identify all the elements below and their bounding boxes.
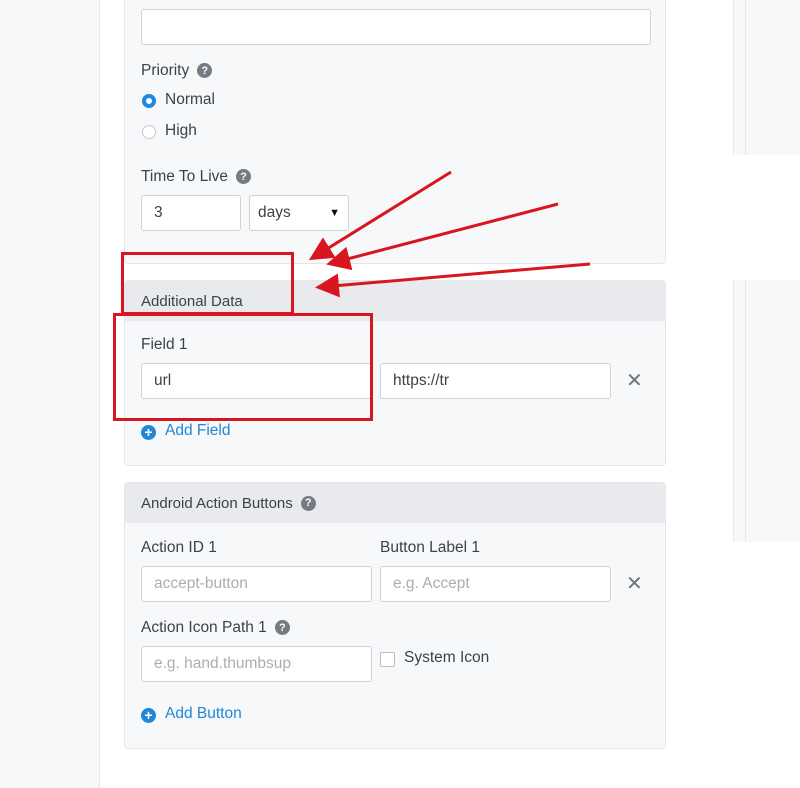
action-id-input[interactable] <box>141 566 372 602</box>
field-1-value-input[interactable] <box>380 363 611 399</box>
left-background <box>0 0 99 788</box>
system-icon-label[interactable]: System Icon <box>404 649 489 667</box>
android-buttons-title: Android Action Buttons <box>141 494 293 512</box>
button-label-label: Button Label 1 <box>380 539 480 556</box>
priority-help-icon[interactable]: ? <box>197 63 213 79</box>
ttl-label-text: Time To Live <box>141 168 229 185</box>
priority-normal-radio[interactable] <box>142 94 156 108</box>
button-label-input[interactable] <box>380 566 611 602</box>
icon-path-input[interactable] <box>141 646 372 682</box>
icon-path-label: Action Icon Path 1? <box>141 619 290 637</box>
priority-high-radio[interactable] <box>142 125 156 139</box>
icon-path-help-icon[interactable]: ? <box>274 620 290 636</box>
system-icon-checkbox[interactable] <box>380 652 395 667</box>
ttl-label: Time To Live? <box>141 168 252 186</box>
remove-field-1-icon[interactable]: ✕ <box>626 371 643 391</box>
android-buttons-header: Android Action Buttons? <box>125 483 665 523</box>
right-panel-top <box>733 0 800 155</box>
right-rail-lower <box>745 280 746 542</box>
add-field-link[interactable]: Add Field <box>165 422 230 440</box>
annotation-box-header <box>121 252 294 315</box>
annotation-box-field <box>113 313 373 421</box>
ttl-unit-value: days <box>258 204 291 221</box>
add-button-icon[interactable]: + <box>141 708 156 723</box>
right-panel-foot <box>733 542 800 788</box>
ttl-value-input[interactable] <box>141 195 241 231</box>
priority-normal-label[interactable]: Normal <box>165 91 215 109</box>
action-id-label: Action ID 1 <box>141 539 217 556</box>
top-text-input[interactable] <box>141 9 651 45</box>
right-panel-gap <box>733 155 800 280</box>
remove-button-1-icon[interactable]: ✕ <box>626 574 643 594</box>
icon-path-label-text: Action Icon Path 1 <box>141 619 267 636</box>
priority-label-text: Priority <box>141 62 190 79</box>
priority-label: Priority? <box>141 62 213 80</box>
priority-high-label[interactable]: High <box>165 122 197 140</box>
caret-down-icon: ▼ <box>329 207 340 219</box>
ttl-unit-select[interactable]: days ▼ <box>249 195 349 231</box>
android-buttons-help-icon[interactable]: ? <box>300 495 316 511</box>
right-rail <box>745 0 746 155</box>
add-field-icon[interactable]: + <box>141 425 156 440</box>
ttl-help-icon[interactable]: ? <box>236 169 252 185</box>
right-panel-bottom <box>733 280 800 542</box>
add-button-link[interactable]: Add Button <box>165 705 242 723</box>
